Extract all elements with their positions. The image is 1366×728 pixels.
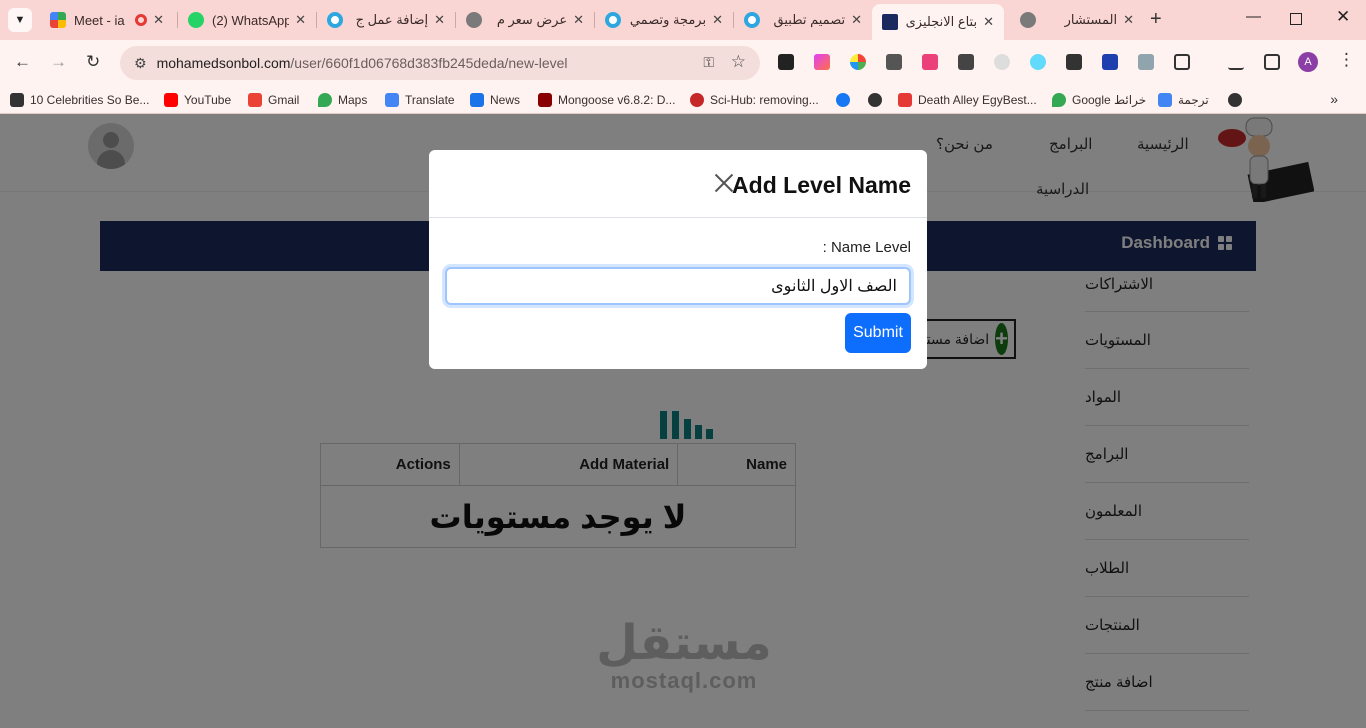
extension-translate-icon[interactable] <box>886 54 902 70</box>
add-level-modal: Add Level Name Name Level : Submit <box>429 150 927 369</box>
close-icon[interactable] <box>713 172 735 194</box>
bookmark-item[interactable]: Sci-Hub: removing... <box>690 92 819 108</box>
extension-shield-icon[interactable] <box>1138 54 1154 70</box>
extension-z-icon[interactable] <box>1066 54 1082 70</box>
browser-menu-icon[interactable]: ⋮ <box>1338 50 1355 70</box>
more-bookmarks-icon[interactable]: » <box>1330 91 1338 107</box>
bookmark-item[interactable]: Translate <box>385 92 455 108</box>
close-tab-icon[interactable]: ✕ <box>153 12 164 28</box>
browser-tab-active-site[interactable]: بتاع الانجليزى ✕ <box>872 4 1004 40</box>
close-tab-icon[interactable]: ✕ <box>1123 12 1134 28</box>
new-tab-button[interactable]: + <box>1150 9 1162 29</box>
extension-react-icon[interactable] <box>1030 54 1046 70</box>
bookmark-item[interactable] <box>836 92 856 108</box>
bookmark-item[interactable]: Google خرائط <box>1052 92 1146 108</box>
forward-icon[interactable]: → <box>50 52 67 72</box>
bookmark-item[interactable]: Death Alley EgyBest... <box>898 92 1037 108</box>
translate-icon <box>385 93 399 107</box>
close-tab-icon[interactable]: ✕ <box>295 12 306 28</box>
browser-tab-consultant[interactable]: المستشار ✕ <box>1010 6 1144 34</box>
bookmark-item[interactable]: YouTube <box>164 92 231 108</box>
browser-tab-whatsapp[interactable]: (2) WhatsApp ✕ <box>178 6 316 34</box>
password-key-icon[interactable]: ⚿ <box>703 54 714 71</box>
bookmark-star-icon[interactable]: ☆ <box>731 52 746 72</box>
tab-search-chevron-icon[interactable]: ▼ <box>8 8 32 32</box>
close-tab-icon[interactable]: ✕ <box>983 14 994 30</box>
globe-icon <box>466 12 482 28</box>
close-tab-icon[interactable]: ✕ <box>851 12 862 28</box>
browser-tab-programming[interactable]: برمجة وتصمي ✕ <box>595 6 733 34</box>
browser-tab-add-work[interactable]: إضافة عمل ج ✕ <box>317 6 455 34</box>
scihub-icon <box>690 93 704 107</box>
downloads-icon[interactable] <box>1228 54 1244 70</box>
youtube-icon <box>164 93 178 107</box>
close-window-icon[interactable]: ✕ <box>1336 7 1350 27</box>
news-icon <box>470 93 484 107</box>
extension-colorpicker-icon[interactable] <box>850 54 866 70</box>
translate-icon <box>1158 93 1172 107</box>
level-name-label: Name Level : <box>822 239 911 256</box>
bookmark-item[interactable]: News <box>470 92 520 108</box>
bookmark-item[interactable]: Mongoose v6.8.2: D... <box>538 92 675 108</box>
back-icon[interactable]: ← <box>14 52 31 72</box>
extension-device-icon[interactable] <box>958 54 974 70</box>
extension-arrow-icon[interactable] <box>922 54 938 70</box>
globe-icon <box>1020 12 1036 28</box>
hb-icon <box>10 93 24 107</box>
bookmark-item[interactable] <box>1228 92 1248 108</box>
restore-window-icon[interactable] <box>1290 13 1302 25</box>
extension-fontface-icon[interactable] <box>778 54 794 70</box>
browser-toolbar: ← → ↻ ⚙ mohamedsonbol.com/user/660f1d067… <box>0 40 1366 86</box>
mostaql-icon <box>327 12 343 28</box>
modal-header: Add Level Name <box>429 150 927 218</box>
reload-icon[interactable]: ↻ <box>86 52 100 72</box>
submit-button[interactable]: Submit <box>845 313 911 353</box>
close-tab-icon[interactable]: ✕ <box>712 12 723 28</box>
mostaql-icon <box>605 12 621 28</box>
modal-title: Add Level Name <box>732 172 911 198</box>
site-info-icon[interactable]: ⚙ <box>134 55 147 72</box>
globe-icon <box>868 93 882 107</box>
bookmark-item[interactable]: ترجمة <box>1158 92 1209 108</box>
extensions-puzzle-icon[interactable] <box>1174 54 1190 70</box>
bookmark-item[interactable]: Maps <box>318 92 367 108</box>
bookmark-item[interactable] <box>868 92 888 108</box>
url-path: /user/660f1d06768d383fb245deda/new-level <box>290 55 568 71</box>
mongoose-icon <box>538 93 552 107</box>
maps-icon <box>318 93 332 107</box>
maps-icon <box>1052 93 1066 107</box>
side-panel-icon[interactable] <box>1264 54 1280 70</box>
bookmark-item[interactable]: Gmail <box>248 92 299 108</box>
address-bar[interactable]: ⚙ mohamedsonbol.com/user/660f1d06768d383… <box>120 46 760 80</box>
close-tab-icon[interactable]: ✕ <box>434 12 445 28</box>
recording-icon <box>135 14 148 26</box>
minimize-window-icon[interactable]: — <box>1246 8 1261 25</box>
whatsapp-icon <box>188 12 204 28</box>
extension-ghost-icon[interactable] <box>994 54 1010 70</box>
profile-avatar[interactable]: A <box>1298 52 1318 72</box>
gmail-icon <box>248 93 262 107</box>
google-meet-icon <box>50 12 66 28</box>
browser-tab-meet[interactable]: Meet - ia ✕ <box>40 6 174 34</box>
mostaql-icon <box>744 12 760 28</box>
close-tab-icon[interactable]: ✕ <box>573 12 584 28</box>
egybest-icon <box>898 93 912 107</box>
browser-tab-bar: ▼ Meet - ia ✕ (2) WhatsApp ✕ إضافة عمل ج… <box>0 0 1366 40</box>
bookmark-item[interactable]: 10 Celebrities So Be... <box>10 92 149 108</box>
level-name-input[interactable] <box>445 267 911 305</box>
browser-tab-quote[interactable]: عرض سعر م ✕ <box>456 6 594 34</box>
site-logo-icon <box>882 14 898 30</box>
globe-icon <box>1228 93 1242 107</box>
url-host: mohamedsonbol.com <box>156 55 291 71</box>
facebook-icon <box>836 93 850 107</box>
extension-capture-icon[interactable] <box>1102 54 1118 70</box>
bookmarks-bar: 10 Celebrities So Be... YouTube Gmail Ma… <box>0 86 1366 114</box>
browser-tab-app-design[interactable]: تصميم تطبيق ✕ <box>734 6 872 34</box>
extension-gradient-icon[interactable] <box>814 54 830 70</box>
